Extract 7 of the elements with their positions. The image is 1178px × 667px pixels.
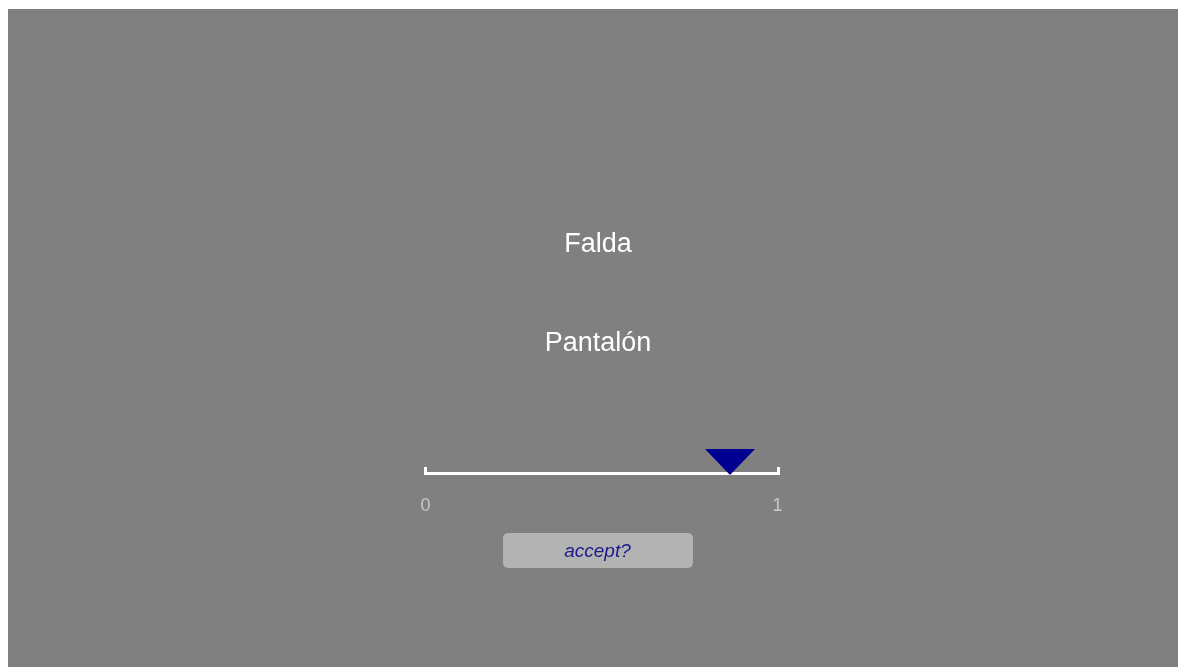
stimulus-word: Pantalón bbox=[544, 327, 652, 357]
scale-label: 1 bbox=[772, 495, 783, 515]
rating-slider[interactable] bbox=[423, 449, 780, 475]
accept-button[interactable]: accept? bbox=[502, 533, 693, 568]
stimulus-word: Falda bbox=[564, 228, 632, 258]
scale-label: 0 bbox=[420, 495, 431, 515]
slider-thumb[interactable] bbox=[704, 449, 755, 475]
